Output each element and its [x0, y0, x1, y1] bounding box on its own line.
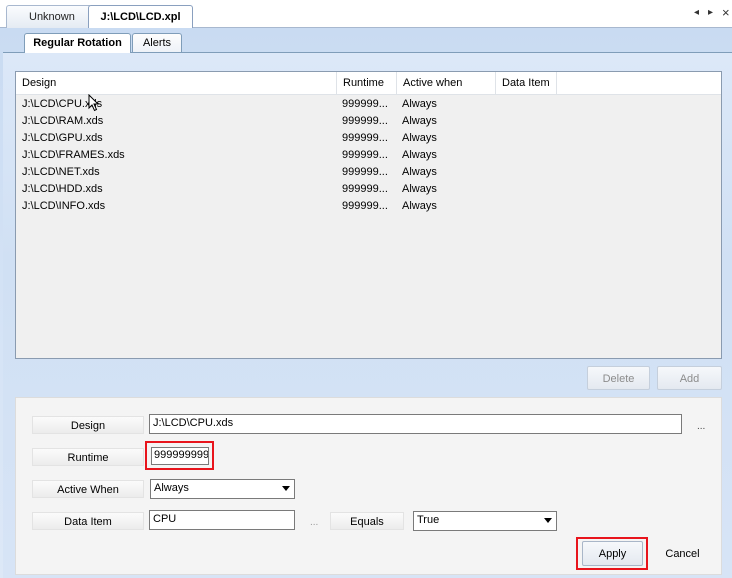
runtime-cell: 999999...	[342, 166, 388, 178]
active-when-cell: Always	[402, 183, 437, 195]
table-row[interactable]: J:\LCD\HDD.xds 999999... Always	[16, 181, 721, 198]
add-button[interactable]: Add	[657, 366, 722, 390]
runtime-cell: 999999...	[342, 115, 388, 127]
active-when-cell: Always	[402, 149, 437, 161]
chevron-down-icon	[282, 486, 290, 491]
table-row[interactable]: J:\LCD\GPU.xds 999999... Always	[16, 130, 721, 147]
equals-value: True	[417, 514, 440, 526]
active-when-cell: Always	[402, 98, 437, 110]
close-icon[interactable]: ×	[722, 5, 730, 20]
cancel-button[interactable]: Cancel	[652, 541, 713, 566]
design-cell: J:\LCD\RAM.xds	[22, 115, 104, 127]
table-row[interactable]: J:\LCD\INFO.xds 999999... Always	[16, 198, 721, 215]
browse-data-item-button[interactable]: ...	[310, 517, 318, 528]
table-row[interactable]: J:\LCD\FRAMES.xds 999999... Always	[16, 147, 721, 164]
design-field[interactable]: J:\LCD\CPU.xds	[149, 414, 682, 434]
document-tab-lcd-xpl[interactable]: J:\LCD\LCD.xpl	[88, 5, 193, 29]
browse-design-button[interactable]: ...	[697, 421, 705, 432]
table-row[interactable]: J:\LCD\NET.xds 999999... Always	[16, 164, 721, 181]
column-header-design[interactable]: Design	[16, 72, 337, 94]
runtime-highlight	[145, 441, 214, 470]
data-item-label: Data Item	[32, 512, 144, 530]
document-tab-unknown[interactable]: Unknown	[6, 5, 92, 28]
delete-button[interactable]: Delete	[587, 366, 650, 390]
column-header-active-when[interactable]: Active when	[397, 72, 496, 94]
column-header-data-item[interactable]: Data Item	[496, 72, 557, 94]
tab-regular-rotation[interactable]: Regular Rotation	[24, 33, 131, 53]
design-cell: J:\LCD\NET.xds	[22, 166, 100, 178]
equals-label: Equals	[330, 512, 404, 530]
active-when-label: Active When	[32, 480, 144, 498]
document-tab-strip: Unknown J:\LCD\LCD.xpl ◂ ▸ ×	[0, 0, 732, 29]
mouse-cursor-icon	[88, 94, 100, 112]
equals-select[interactable]: True	[413, 511, 557, 531]
active-when-cell: Always	[402, 115, 437, 127]
runtime-cell: 999999...	[342, 98, 388, 110]
active-when-cell: Always	[402, 166, 437, 178]
design-cell: J:\LCD\INFO.xds	[22, 200, 106, 212]
active-when-select[interactable]: Always	[150, 479, 295, 499]
active-when-cell: Always	[402, 132, 437, 144]
design-cell: J:\LCD\FRAMES.xds	[22, 149, 125, 161]
list-header: Design Runtime Active when Data Item	[16, 72, 721, 95]
design-label: Design	[32, 416, 144, 434]
tab-alerts[interactable]: Alerts	[132, 33, 182, 52]
runtime-cell: 999999...	[342, 132, 388, 144]
scroll-right-icon[interactable]: ▸	[708, 7, 713, 18]
table-row[interactable]: J:\LCD\CPU.xds 999999... Always	[16, 96, 721, 113]
runtime-cell: 999999...	[342, 183, 388, 195]
design-cell: J:\LCD\GPU.xds	[22, 132, 103, 144]
data-item-field[interactable]: CPU	[149, 510, 295, 530]
runtime-cell: 999999...	[342, 149, 388, 161]
table-row[interactable]: J:\LCD\RAM.xds 999999... Always	[16, 113, 721, 130]
active-when-value: Always	[154, 482, 189, 494]
column-header-runtime[interactable]: Runtime	[337, 72, 397, 94]
design-list[interactable]: Design Runtime Active when Data Item J:\…	[15, 71, 722, 359]
scroll-left-icon[interactable]: ◂	[694, 7, 699, 18]
runtime-cell: 999999...	[342, 200, 388, 212]
apply-highlight	[576, 537, 648, 570]
runtime-label: Runtime	[32, 448, 144, 466]
active-when-cell: Always	[402, 200, 437, 212]
chevron-down-icon	[544, 518, 552, 523]
design-cell: J:\LCD\HDD.xds	[22, 183, 103, 195]
